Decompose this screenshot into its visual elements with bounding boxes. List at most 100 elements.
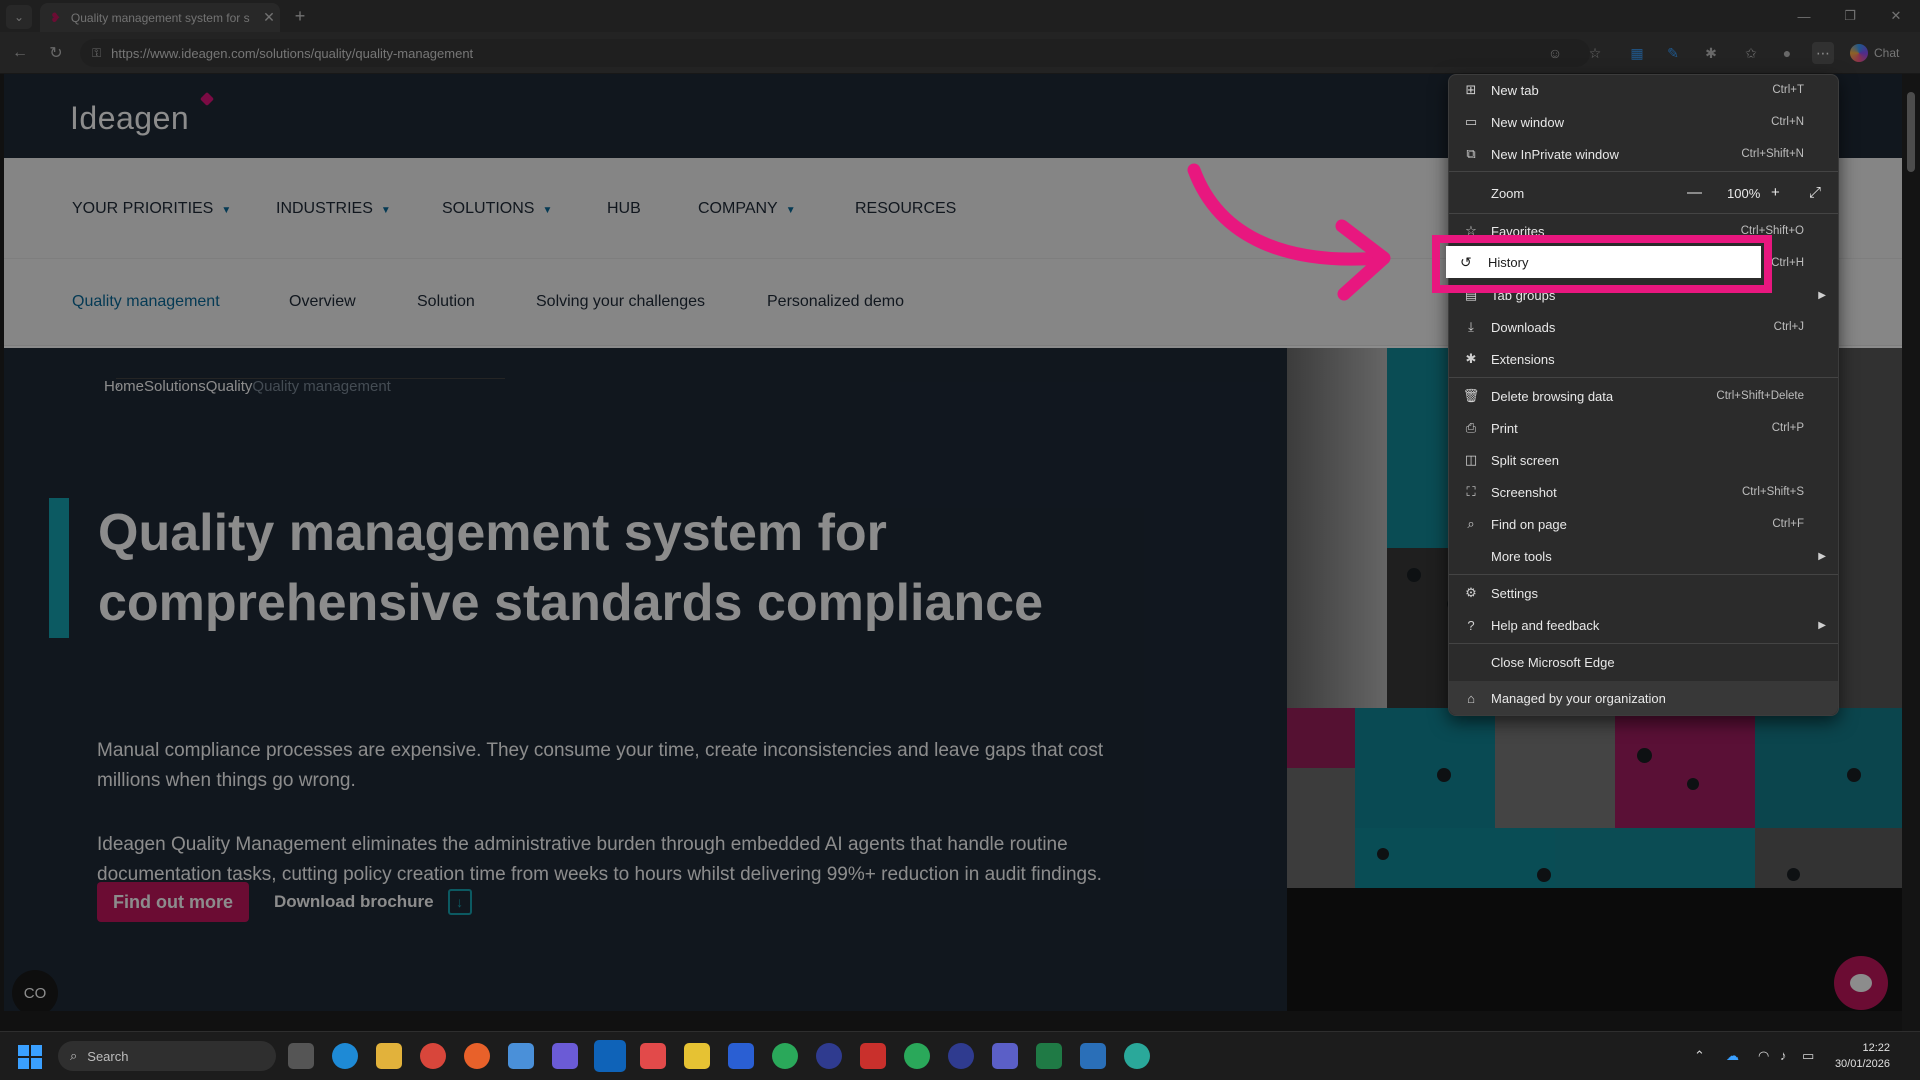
zoom-in-button[interactable]: +	[1771, 184, 1780, 201]
settings-more-icon[interactable]: ⋯	[1812, 42, 1834, 64]
nav-company[interactable]: COMPANY ▼	[698, 200, 796, 218]
excel-app-icon[interactable]	[1036, 1043, 1062, 1069]
caret-down-icon: ▼	[785, 205, 796, 216]
site-logo[interactable]: Ideagen	[70, 100, 189, 137]
acrobat-icon[interactable]	[860, 1043, 886, 1069]
fullscreen-icon[interactable]: ⤢	[1809, 184, 1821, 201]
store-app-icon[interactable]	[508, 1043, 534, 1069]
menu-print[interactable]: ⎙ Print Ctrl+P	[1449, 413, 1838, 443]
worker-arm-image	[1287, 348, 1387, 708]
breadcrumb-quality[interactable]: Quality	[206, 378, 253, 395]
menu-downloads[interactable]: ⤓ Downloads Ctrl+J	[1449, 312, 1838, 342]
puzzle-icon: ✱	[1465, 351, 1477, 366]
m365-app-icon[interactable]	[552, 1043, 578, 1069]
url-field[interactable]: ⚿ https://www.ideagen.com/solutions/qual…	[80, 39, 1590, 67]
search-icon: ⌕	[70, 1048, 78, 1063]
pen-icon[interactable]: ✎	[1662, 42, 1684, 64]
file-explorer-icon[interactable]	[376, 1043, 402, 1069]
logo-mark-icon	[199, 91, 215, 107]
tab-list-button[interactable]: ⌄	[6, 5, 32, 29]
extensions-puzzle-icon[interactable]: ✱	[1700, 42, 1722, 64]
tray-chevron-up-icon[interactable]: ⌃	[1694, 1048, 1705, 1064]
accessibility-button[interactable]: CO	[12, 970, 58, 1011]
download-icon: ⤓	[1468, 319, 1474, 334]
app-icon-blue[interactable]	[728, 1043, 754, 1069]
subnav-personalized-demo[interactable]: Personalized demo	[767, 293, 904, 311]
sticky-notes-icon[interactable]	[684, 1043, 710, 1069]
menu-screenshot[interactable]: ⛶ Screenshot Ctrl+Shift+S	[1449, 477, 1838, 507]
menu-more-tools[interactable]: More tools ▶	[1449, 541, 1838, 571]
chrome-profile-icon[interactable]	[772, 1043, 798, 1069]
profile-avatar-icon[interactable]: ●	[1776, 42, 1798, 64]
find-out-more-button[interactable]: Find out more	[97, 882, 249, 922]
nav-industries[interactable]: INDUSTRIES ▼	[276, 200, 391, 218]
edge-app-icon[interactable]	[332, 1043, 358, 1069]
breadcrumb-solutions[interactable]: Solutions	[144, 378, 206, 395]
menu-new-inprivate-window[interactable]: ⧉ New InPrivate window Ctrl+Shift+N	[1449, 139, 1838, 169]
menu-close-edge[interactable]: Close Microsoft Edge	[1449, 647, 1838, 677]
chat-widget-button[interactable]	[1834, 956, 1888, 1010]
new-tab-button[interactable]: +	[288, 4, 312, 28]
subnav-solution[interactable]: Solution	[417, 293, 475, 311]
nav-your-priorities[interactable]: YOUR PRIORITIES ▼	[72, 200, 231, 218]
menu-zoom: Zoom — 100% + ⤢	[1491, 184, 1822, 201]
app-grid-icon[interactable]: ▦	[1626, 42, 1648, 64]
download-brochure-label: Download brochure	[274, 892, 434, 911]
app-icon-red[interactable]	[640, 1043, 666, 1069]
menu-extensions[interactable]: ✱ Extensions	[1449, 344, 1838, 374]
onedrive-icon[interactable]: ☁	[1726, 1048, 1739, 1064]
menu-delete-browsing-data[interactable]: 🗑︎ Delete browsing data Ctrl+Shift+Delete	[1449, 381, 1838, 411]
breadcrumb-home[interactable]: Home	[104, 378, 144, 395]
menu-new-tab[interactable]: ⊞ New tab Ctrl+T	[1449, 75, 1838, 105]
scrollbar-thumb[interactable]	[1907, 92, 1915, 172]
nav-resources[interactable]: RESOURCES	[855, 200, 956, 218]
download-brochure-link[interactable]: Download brochure ↓	[274, 882, 472, 922]
printer-icon: ⎙	[1465, 420, 1477, 435]
restore-icon[interactable]: ❐	[1830, 4, 1870, 28]
favorite-star-icon[interactable]: ☆	[1584, 42, 1606, 64]
zoom-level: 100%	[1727, 186, 1761, 201]
onepassword-2-icon[interactable]	[948, 1043, 974, 1069]
nav-hub[interactable]: HUB	[607, 200, 641, 218]
copilot-chat-button[interactable]: Chat	[1850, 42, 1899, 64]
subnav-challenges[interactable]: Solving your challenges	[536, 293, 705, 311]
onepassword-icon[interactable]	[816, 1043, 842, 1069]
windows-start-icon[interactable]	[18, 1045, 42, 1069]
favorites-icon[interactable]: ✩	[1740, 42, 1762, 64]
volume-icon[interactable]: ♪	[1780, 1048, 1787, 1063]
wifi-icon[interactable]: ◠	[1758, 1048, 1769, 1064]
taskbar-search[interactable]: ⌕ Search	[58, 1041, 276, 1071]
close-tab-icon[interactable]: ✕	[258, 9, 280, 26]
nav-solutions[interactable]: SOLUTIONS ▼	[442, 200, 552, 218]
refresh-icon[interactable]: ↻	[44, 41, 68, 65]
reader-icon[interactable]: ☺	[1544, 42, 1566, 64]
site-info-icon[interactable]: ⚿	[92, 46, 101, 61]
outlook-app-icon[interactable]	[594, 1040, 626, 1072]
system-clock[interactable]: 12:22 30/01/2026	[1835, 1040, 1890, 1072]
highlight-box-annotation	[1432, 235, 1772, 293]
back-icon[interactable]: ←	[8, 41, 32, 65]
menu-managed-by-org[interactable]: ⌂ Managed by your organization	[1449, 681, 1838, 715]
task-view-icon[interactable]	[288, 1043, 314, 1069]
menu-split-screen[interactable]: ◫ Split screen	[1449, 445, 1838, 475]
menu-settings[interactable]: ⚙ Settings	[1449, 578, 1838, 608]
zoom-out-button[interactable]: —	[1687, 184, 1702, 201]
window-close-icon[interactable]: ✕	[1876, 4, 1916, 28]
app-icon-chart[interactable]	[1080, 1043, 1106, 1069]
edge-beta-icon[interactable]	[1124, 1043, 1150, 1069]
menu-help-feedback[interactable]: ? Help and feedback ▶	[1449, 610, 1838, 640]
menu-new-window[interactable]: ▭ New window Ctrl+N	[1449, 107, 1838, 137]
page-scrollbar[interactable]	[1902, 74, 1920, 1031]
briefcase-icon: ⌂	[1467, 690, 1475, 706]
app-icon-orange[interactable]	[464, 1043, 490, 1069]
teams-app-icon[interactable]	[992, 1043, 1018, 1069]
active-tab[interactable]: ❥ Quality management system for s ✕	[40, 3, 280, 32]
chrome-app-icon[interactable]	[420, 1043, 446, 1069]
menu-find-on-page[interactable]: ⌕ Find on page Ctrl+F	[1449, 509, 1838, 539]
chrome-profile-2-icon[interactable]	[904, 1043, 930, 1069]
subnav-overview[interactable]: Overview	[289, 293, 356, 311]
hero-paragraph-1: Manual compliance processes are expensiv…	[97, 740, 1104, 791]
subnav-quality-management[interactable]: Quality management	[72, 293, 220, 311]
battery-icon[interactable]: ▭	[1802, 1048, 1814, 1064]
minimize-icon[interactable]: —	[1784, 4, 1824, 28]
